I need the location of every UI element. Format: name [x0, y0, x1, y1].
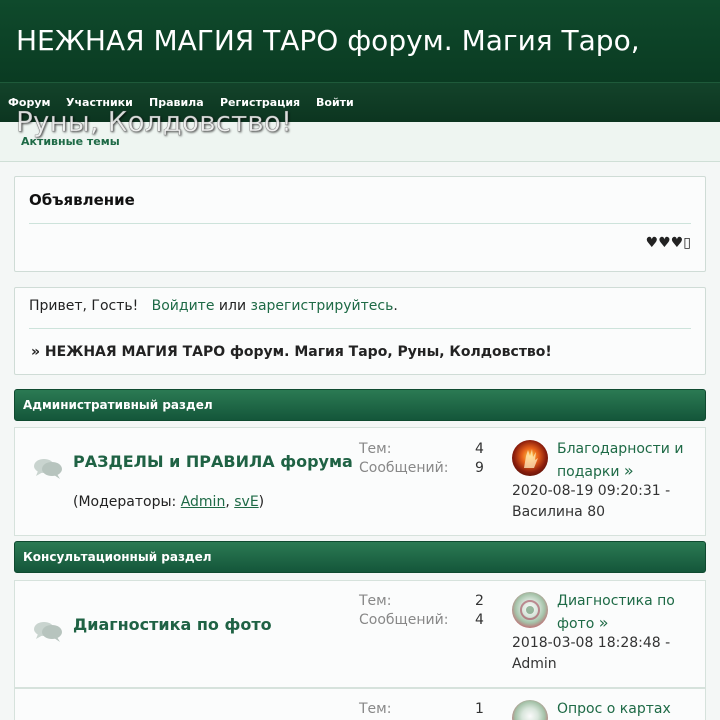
- last-post-date: 2018-03-08 18:28:48 -: [512, 635, 671, 651]
- category-title[interactable]: Консультационный раздел: [23, 550, 212, 564]
- topics-count: 2: [475, 593, 484, 609]
- topics-count: 4: [475, 441, 484, 457]
- go-to-post-icon[interactable]: »: [599, 613, 609, 632]
- posts-count: 9: [475, 460, 484, 476]
- forum-bubbles-icon: [34, 622, 62, 642]
- posts-label: Сообщений:: [359, 612, 449, 628]
- avatar-art-icon: [520, 600, 540, 620]
- last-post-author[interactable]: Admin: [512, 656, 557, 672]
- topics-label: Тем:: [359, 701, 392, 717]
- forum-row: Тем: 1 Опрос о картах: [14, 688, 706, 720]
- forum-bubbles-icon: [34, 459, 62, 479]
- go-to-post-icon[interactable]: »: [624, 461, 634, 480]
- greeting-or: или: [218, 298, 247, 314]
- posts-label: Сообщений:: [359, 460, 449, 476]
- moderator-link[interactable]: Admin: [181, 494, 226, 510]
- site-title[interactable]: НЕЖНАЯ МАГИЯ ТАРО форум. Магия Таро,: [16, 22, 640, 60]
- forum-moderators: (Модераторы: Admin, svE): [73, 494, 265, 510]
- divider: [29, 223, 691, 224]
- posts-count: 4: [475, 612, 484, 628]
- forum-row: Диагностика по фото Тем: 2 Сообщений: 4 …: [14, 580, 706, 688]
- site-header: НЕЖНАЯ МАГИЯ ТАРО форум. Магия Таро,: [0, 0, 720, 82]
- site-title-overflow: Руны, Колдовство!: [16, 105, 293, 139]
- announcement-title: Объявление: [29, 191, 135, 209]
- greeting-text: Привет, Гость! Войдите или зарегистрируй…: [29, 298, 398, 314]
- forum-name-link[interactable]: Диагностика по фото: [73, 615, 272, 634]
- greeting-prefix: Привет, Гость!: [29, 298, 139, 314]
- moderator-link[interactable]: svE: [234, 494, 258, 510]
- last-post-meta: 2018-03-08 18:28:48 - Admin: [512, 633, 670, 675]
- divider: [29, 328, 691, 329]
- avatar[interactable]: [512, 700, 548, 720]
- login-link[interactable]: Войдите: [152, 298, 215, 314]
- last-post-meta: 2020-08-19 09:20:31 - Василина 80: [512, 481, 670, 523]
- topics-label: Тем:: [359, 593, 392, 609]
- announcement-panel: Объявление ♥♥♥▯: [14, 176, 706, 272]
- category-header-admin[interactable]: Административный раздел: [14, 389, 706, 421]
- topics-label: Тем:: [359, 441, 392, 457]
- breadcrumb[interactable]: » НЕЖНАЯ МАГИЯ ТАРО форум. Магия Таро, Р…: [31, 344, 552, 360]
- category-title[interactable]: Административный раздел: [23, 398, 213, 412]
- announcement-content: ♥♥♥▯: [645, 235, 691, 251]
- last-post-link[interactable]: Благодарности и подарки »: [557, 439, 683, 483]
- last-post-author[interactable]: Василина 80: [512, 504, 605, 520]
- forum-row: РАЗДЕЛЫ и ПРАВИЛА форума (Модераторы: Ad…: [14, 427, 706, 536]
- nav-login[interactable]: Войти: [316, 96, 354, 109]
- greeting-suffix: .: [393, 298, 398, 314]
- hand-icon: [524, 449, 538, 468]
- topics-count: 1: [475, 701, 484, 717]
- category-header-consult[interactable]: Консультационный раздел: [14, 541, 706, 573]
- avatar[interactable]: [512, 592, 548, 628]
- last-post-link[interactable]: Опрос о картах: [557, 699, 671, 720]
- register-link[interactable]: зарегистрируйтесь: [251, 298, 394, 314]
- forum-name-link[interactable]: РАЗДЕЛЫ и ПРАВИЛА форума: [73, 452, 353, 471]
- last-post-date: 2020-08-19 09:20:31 -: [512, 483, 671, 499]
- greeting-panel: Привет, Гость! Войдите или зарегистрируй…: [14, 287, 706, 375]
- last-post-link[interactable]: Диагностика по фото »: [557, 591, 675, 635]
- avatar[interactable]: [512, 440, 548, 476]
